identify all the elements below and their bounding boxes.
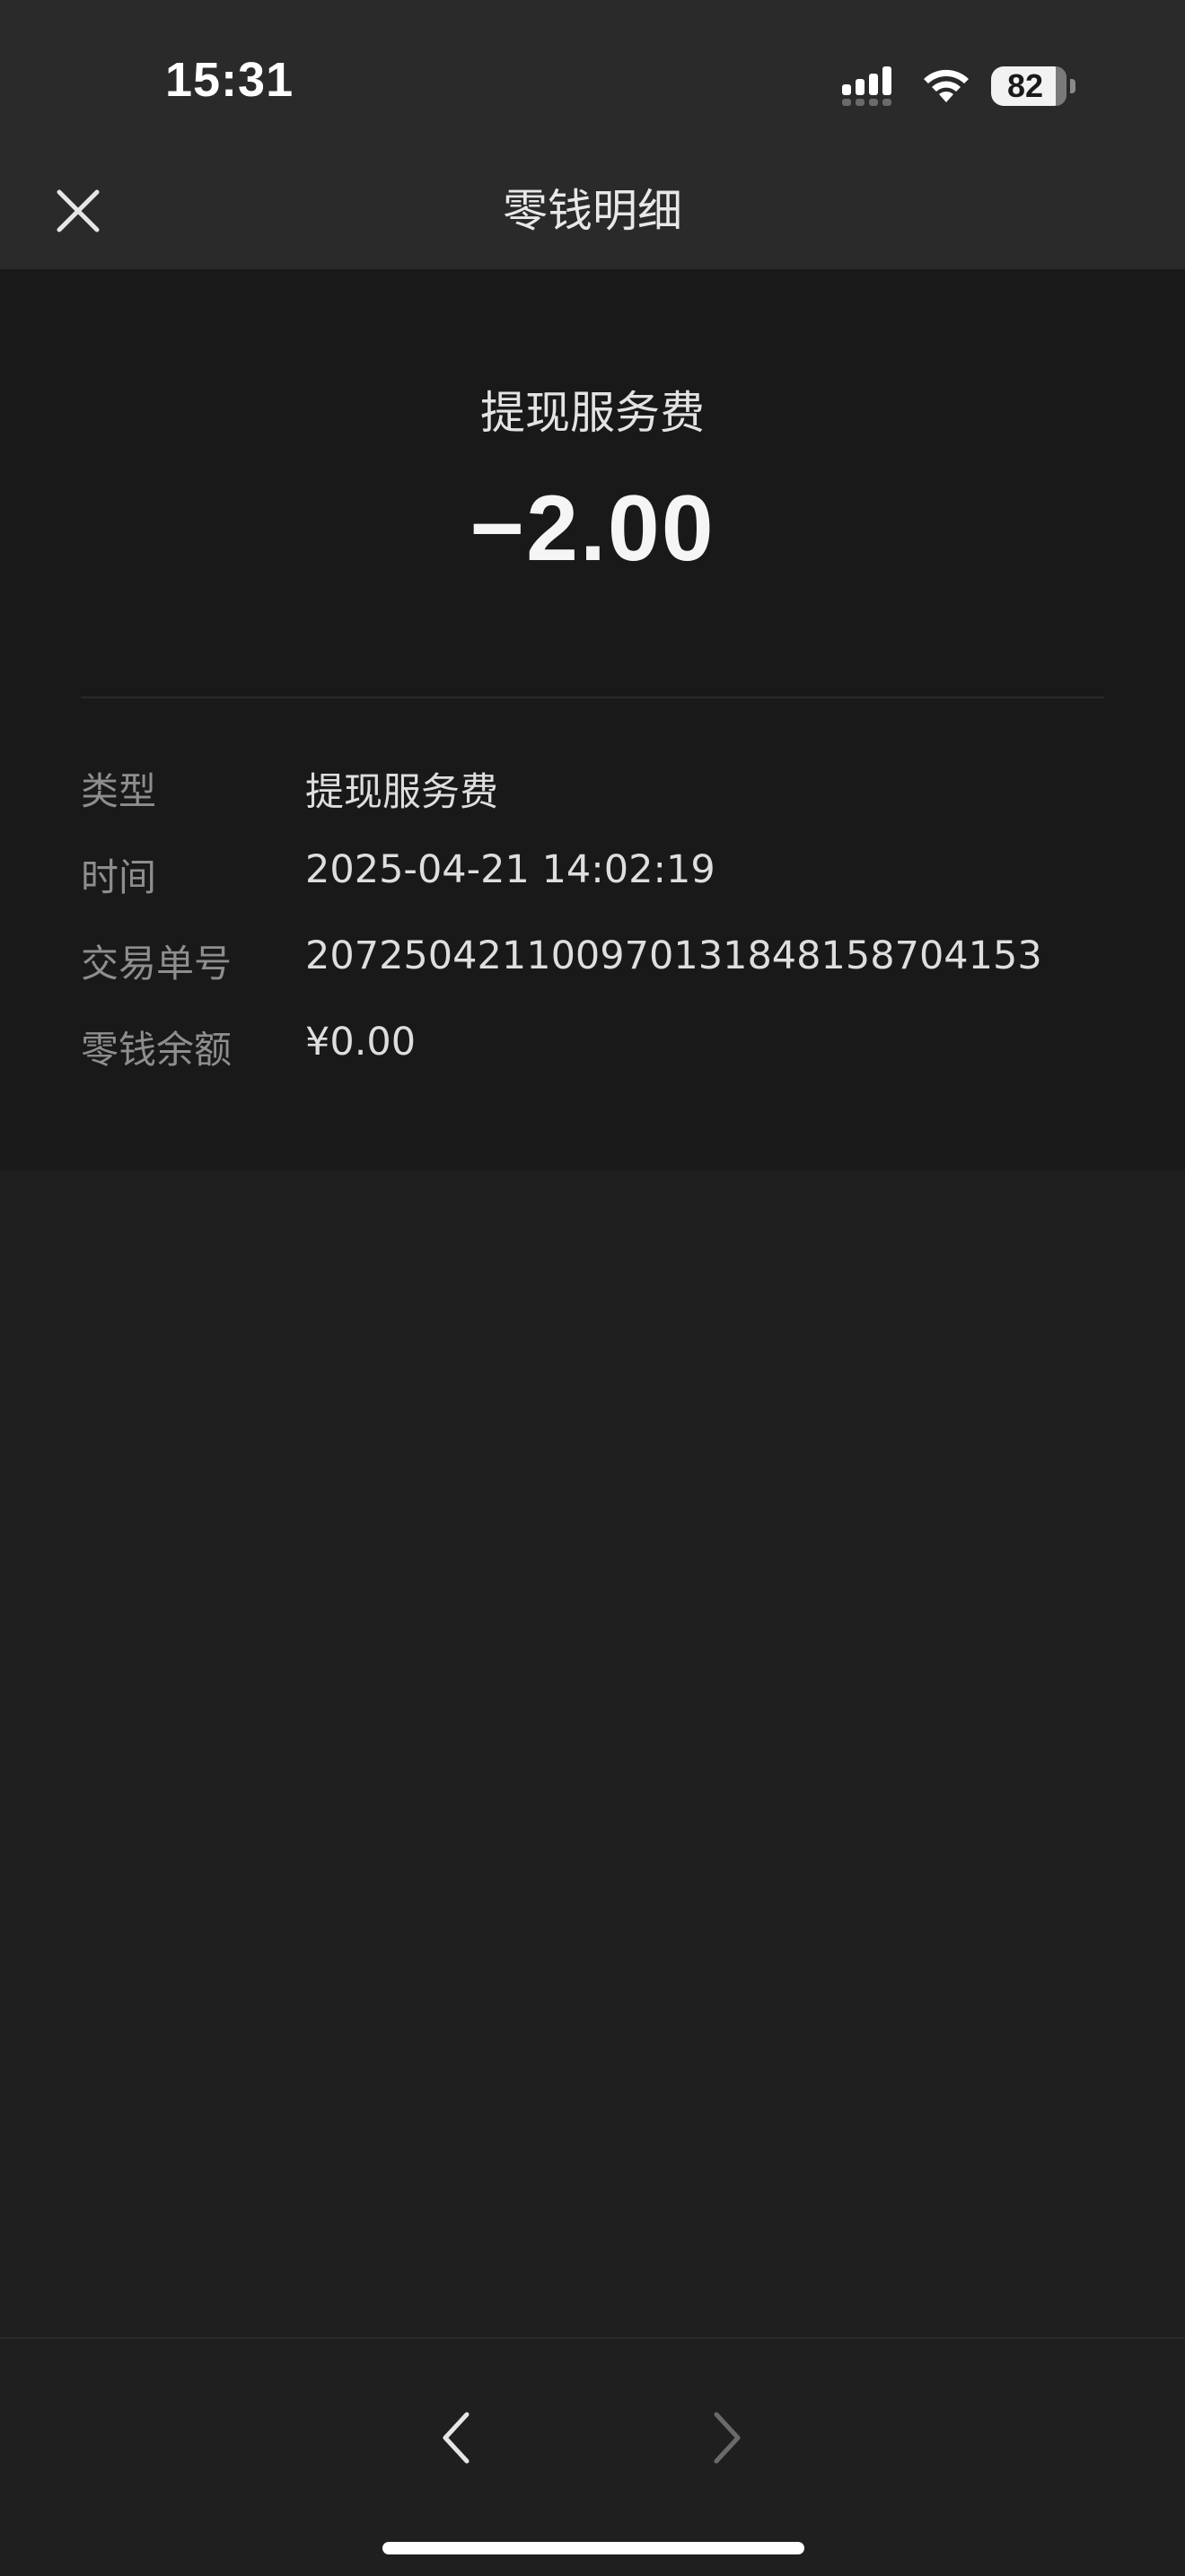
close-icon[interactable] — [48, 181, 108, 241]
transaction-amount: −2.00 — [470, 477, 715, 581]
detail-row-transaction-id: 交易单号 20725042110097013184815870415​3 — [81, 933, 1113, 1020]
nav-bar: 零钱明细 — [0, 162, 1185, 269]
wifi-icon — [924, 69, 969, 102]
detail-label: 零钱余额 — [81, 1028, 233, 1072]
transaction-card: 提现服务费 −2.00 类型 提现服务费 时间 2025-04-21 14:02… — [0, 269, 1185, 1170]
page-title: 零钱明细 — [503, 185, 682, 237]
bottom-toolbar — [0, 2337, 1185, 2576]
detail-value[interactable]: 20725042110097013184815870415​3 — [305, 933, 1042, 978]
transaction-details: 类型 提现服务费 时间 2025-04-21 14:02:19 交易单号 207… — [81, 761, 1113, 1106]
battery-icon: 82 — [991, 65, 1077, 108]
detail-row-time: 时间 2025-04-21 14:02:19 — [81, 847, 1113, 933]
detail-value: 2025-04-21 14:02:19 — [305, 847, 715, 892]
transaction-type-heading: 提现服务费 — [480, 387, 705, 439]
detail-row-balance: 零钱余额 ¥0.00 — [81, 1020, 1113, 1106]
home-indicator[interactable] — [382, 2542, 804, 2554]
detail-row-type: 类型 提现服务费 — [81, 761, 1113, 847]
status-time: 15:31 — [165, 53, 294, 107]
chevron-right-icon[interactable] — [702, 2405, 752, 2470]
detail-label: 时间 — [81, 855, 157, 899]
detail-label: 类型 — [81, 769, 157, 813]
battery-level: 82 — [1006, 67, 1044, 104]
status-bar: 15:31 82 — [0, 0, 1185, 162]
signal-icon — [842, 66, 891, 106]
divider — [81, 697, 1104, 698]
detail-value: ¥0.00 — [305, 1020, 417, 1065]
detail-label: 交易单号 — [81, 942, 233, 986]
detail-value: 提现服务费 — [305, 770, 498, 815]
chevron-left-icon[interactable] — [431, 2405, 481, 2470]
